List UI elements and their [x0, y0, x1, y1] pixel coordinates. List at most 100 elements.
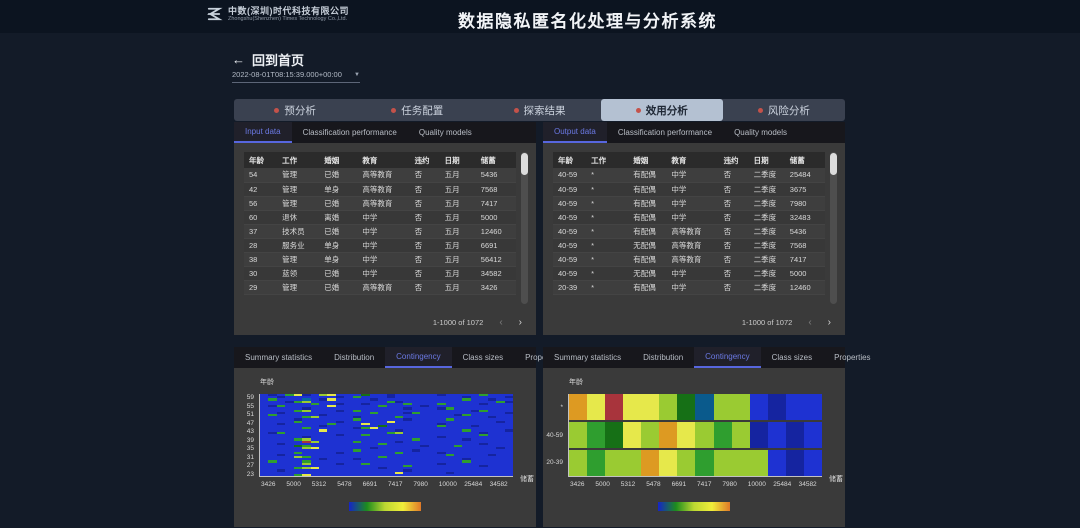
- subtab-summary-statistics[interactable]: Summary statistics: [234, 347, 323, 368]
- table-cell: 否: [719, 280, 749, 294]
- x-tick-label: 7417: [697, 481, 711, 488]
- heatmap-cell: [641, 394, 659, 420]
- table-cell: 12460: [476, 224, 516, 238]
- table-cell: 五月: [440, 224, 476, 238]
- subtab-distribution[interactable]: Distribution: [323, 347, 385, 368]
- output-table-scrollbar[interactable]: [830, 152, 837, 304]
- main-tab-2[interactable]: 任务配置: [356, 99, 478, 121]
- table-cell: *: [586, 252, 628, 266]
- input-table-scrollbar[interactable]: [521, 152, 528, 304]
- heatmap-cell: [677, 450, 695, 476]
- table-cell: 7568: [476, 182, 516, 196]
- subtab-classification-performance[interactable]: Classification performance: [607, 122, 723, 143]
- y-axis-label: 年龄: [569, 377, 583, 387]
- table-cell: 有配偶: [628, 280, 666, 294]
- input-subtabs: Input dataClassification performanceQual…: [234, 122, 536, 143]
- table-cell: 3426: [476, 280, 516, 294]
- main-tab-1[interactable]: 预分析: [234, 99, 356, 121]
- table-cell: 服务业: [277, 238, 319, 252]
- table-cell: 否: [410, 224, 440, 238]
- table-cell: 二季度: [749, 266, 785, 280]
- subtab-output-data[interactable]: Output data: [543, 122, 607, 143]
- table-cell: 7568: [785, 238, 825, 252]
- table-cell: 60: [244, 210, 277, 224]
- heatmap-plot: [568, 394, 822, 477]
- y-tick-label: 27: [234, 462, 254, 469]
- heatmap-cell: [768, 422, 786, 448]
- heatmap-cell: [569, 450, 587, 476]
- heatmap-cell: [319, 474, 327, 476]
- heatmap-cell: [605, 450, 623, 476]
- back-arrow-icon: ←: [232, 52, 245, 67]
- x-axis-ticks: 3426500053125478669174177980100002548434…: [568, 481, 822, 490]
- table-cell: 无配偶: [628, 238, 666, 252]
- back-to-home-link[interactable]: ← 回到首页: [232, 50, 304, 69]
- subtab-class-sizes[interactable]: Class sizes: [452, 347, 514, 368]
- output-data-panel: Output dataClassification performanceQua…: [543, 122, 845, 335]
- table-cell: 二季度: [749, 280, 785, 294]
- table-cell: 二季度: [749, 196, 785, 210]
- table-cell: 已婚: [319, 224, 357, 238]
- heatmap-cell: [268, 474, 276, 476]
- table-cell: 已婚: [319, 266, 357, 280]
- table-cell: 34582: [476, 266, 516, 280]
- column-header: 工作: [277, 152, 319, 168]
- table-cell: 高等教育: [666, 224, 718, 238]
- table-cell: 高等教育: [666, 238, 718, 252]
- subtab-classification-performance[interactable]: Classification performance: [292, 122, 408, 143]
- subtab-distribution[interactable]: Distribution: [632, 347, 694, 368]
- table-cell: 高等教育: [357, 280, 409, 294]
- table-cell: 否: [410, 196, 440, 210]
- main-tab-5[interactable]: 风险分析: [723, 99, 845, 121]
- subtab-quality-models[interactable]: Quality models: [408, 122, 483, 143]
- y-tick-label: 51: [234, 411, 254, 418]
- main-tab-label: 任务配置: [401, 103, 443, 118]
- page-next-button[interactable]: ›: [519, 317, 522, 328]
- table-cell: *: [586, 168, 628, 182]
- subtab-properties[interactable]: Properties: [823, 347, 881, 368]
- table-cell: 有配偶: [628, 210, 666, 224]
- page-title: 数据隐私匿名化处理与分析系统: [458, 7, 717, 32]
- table-cell: 已婚: [319, 196, 357, 210]
- subtab-contingency[interactable]: Contingency: [694, 347, 760, 368]
- heatmap-cell: [786, 450, 804, 476]
- x-tick-label: 3426: [570, 481, 584, 488]
- table-cell: 40-59: [553, 168, 586, 182]
- table-cell: 五月: [440, 280, 476, 294]
- page-prev-button[interactable]: ‹: [499, 317, 502, 328]
- page-prev-button[interactable]: ‹: [808, 317, 811, 328]
- main-tab-3[interactable]: 探索结果: [478, 99, 600, 121]
- main-tab-4[interactable]: 效用分析: [601, 99, 723, 121]
- main-tab-label: 探索结果: [524, 103, 566, 118]
- table-cell: 40-59: [553, 210, 586, 224]
- subtab-contingency[interactable]: Contingency: [385, 347, 451, 368]
- y-axis-label: 年龄: [260, 377, 274, 387]
- table-row: 30蓝领已婚中学否五月34582: [244, 266, 516, 280]
- table-cell: *: [586, 182, 628, 196]
- table-cell: 高等教育: [357, 168, 409, 182]
- subtab-class-sizes[interactable]: Class sizes: [761, 347, 823, 368]
- column-header: 储蓄: [476, 152, 516, 168]
- heatmap-cell: [496, 474, 504, 476]
- heatmap-cell: [395, 474, 403, 476]
- table-row: 28服务业单身中学否五月6691: [244, 238, 516, 252]
- output-analysis-panel: Summary statisticsDistributionContingenc…: [543, 347, 845, 527]
- table-cell: 中学: [666, 168, 718, 182]
- subtab-input-data[interactable]: Input data: [234, 122, 292, 143]
- table-cell: 离婚: [319, 210, 357, 224]
- color-scale-legend: [658, 502, 730, 511]
- pagination-label: 1-1000 of 1072: [433, 318, 483, 327]
- x-tick-label: 5478: [337, 481, 351, 488]
- y-tick-label: *: [543, 404, 563, 411]
- output-table: 年龄工作婚姻教育违约日期储蓄 40-59*有配偶中学否二季度2548440-59…: [553, 152, 825, 295]
- subtab-quality-models[interactable]: Quality models: [723, 122, 798, 143]
- table-cell: 中学: [357, 238, 409, 252]
- heatmap-cell: [641, 422, 659, 448]
- heatmap-cell: [437, 474, 445, 476]
- heatmap-cell: [695, 450, 713, 476]
- x-tick-label: 5000: [286, 481, 300, 488]
- subtab-summary-statistics[interactable]: Summary statistics: [543, 347, 632, 368]
- table-cell: 中学: [357, 266, 409, 280]
- timestamp-select[interactable]: 2022-08-01T08:15:39.000+00:00 ▼: [232, 70, 360, 83]
- page-next-button[interactable]: ›: [828, 317, 831, 328]
